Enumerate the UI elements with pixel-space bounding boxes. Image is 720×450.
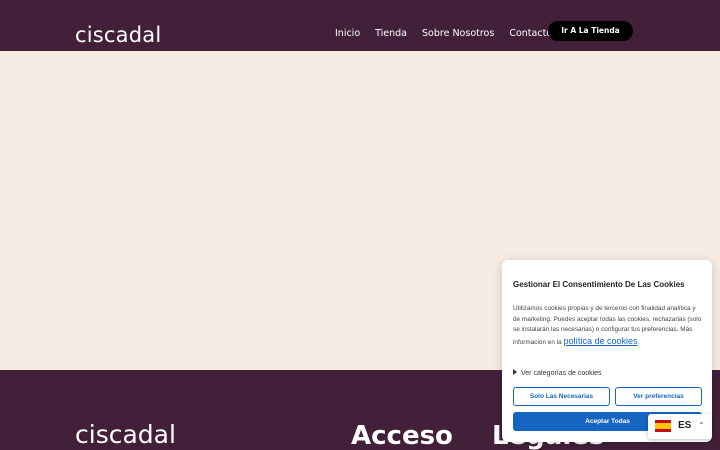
main-nav: Inicio Tienda Sobre Nosotros Contacto — [335, 27, 567, 41]
language-switcher[interactable]: ES ⌃ — [648, 414, 712, 439]
footer-logo: ciscadal — [75, 420, 176, 449]
nav-link-tienda[interactable]: Tienda — [375, 27, 407, 41]
site-header: ciscadal Inicio Tienda Sobre Nosotros Co… — [0, 0, 720, 51]
nav-link-inicio[interactable]: Inicio — [335, 27, 360, 41]
language-code: ES — [678, 420, 692, 431]
nav-link-sobre-nosotros[interactable]: Sobre Nosotros — [422, 27, 494, 41]
view-preferences-button[interactable]: Ver preferencias — [615, 387, 702, 406]
only-necessary-button[interactable]: Solo Las Necesarias — [513, 387, 610, 406]
cookie-panel-title: Gestionar El Consentimiento De Las Cooki… — [513, 280, 685, 289]
nav-link-contacto[interactable]: Contacto — [509, 27, 552, 41]
cookie-panel-body: Utilizamos cookies propias y de terceros… — [513, 304, 703, 349]
cookie-categories-label: Ver categorías de cookies — [521, 370, 602, 377]
site-logo[interactable]: ciscadal — [75, 22, 161, 48]
cookie-policy-link[interactable]: política de cookies — [563, 336, 637, 346]
cookie-body-suffix: . — [637, 339, 640, 347]
cookie-categories-toggle[interactable]: Ver categorías de cookies — [513, 369, 602, 379]
disclosure-triangle-icon — [513, 369, 517, 375]
chevron-up-icon: ⌃ — [698, 421, 705, 430]
go-to-shop-button[interactable]: Ir A La Tienda — [548, 21, 633, 41]
spain-flag-icon — [655, 420, 671, 432]
